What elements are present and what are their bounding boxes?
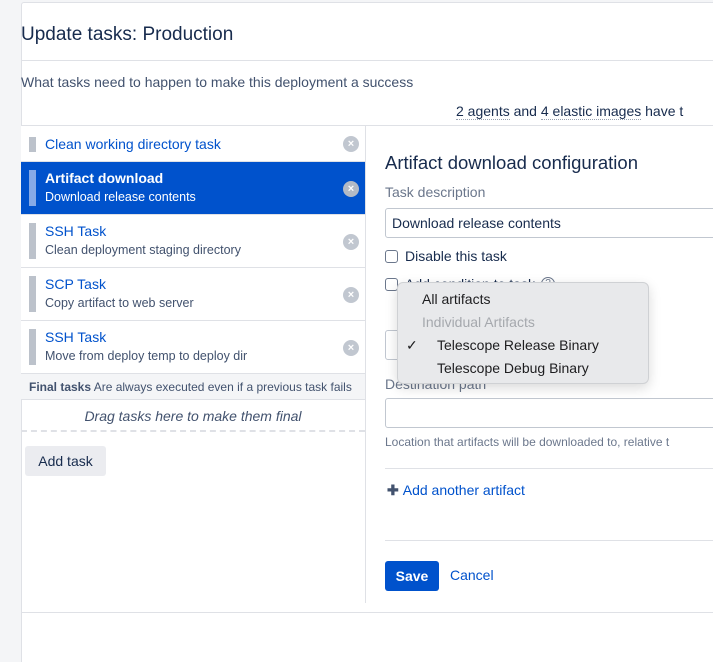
destination-path-input[interactable] — [385, 398, 713, 428]
task-name[interactable]: SSH Task — [45, 223, 106, 239]
check-icon: ✓ — [406, 337, 418, 353]
task-item-scp[interactable]: SCP Task Copy artifact to web server × — [21, 268, 365, 321]
drag-handle-icon[interactable] — [29, 223, 36, 259]
divider — [21, 60, 713, 61]
elastic-images-link[interactable]: 4 elastic images — [540, 103, 642, 120]
remove-task-icon[interactable]: × — [343, 340, 359, 356]
remove-task-icon[interactable]: × — [343, 287, 359, 303]
final-tasks-dropzone[interactable]: Drag tasks here to make them final — [21, 400, 365, 432]
disable-task-checkbox[interactable]: Disable this task — [385, 248, 507, 264]
add-artifact-label: Add another artifact — [402, 482, 525, 498]
task-name[interactable]: SSH Task — [45, 329, 106, 345]
dropdown-option-all-artifacts[interactable]: All artifacts — [422, 291, 490, 307]
add-task-button[interactable]: Add task — [25, 446, 106, 476]
task-item-artifact-download[interactable]: Artifact download Download release conte… — [21, 162, 365, 215]
final-tasks-title: Final tasks — [29, 380, 92, 394]
task-description: Move from deploy temp to deploy dir — [45, 349, 248, 363]
agents-info: 2 agents and 4 elastic images have t — [456, 103, 684, 120]
task-name[interactable]: Artifact download — [45, 170, 163, 186]
task-description-input[interactable] — [385, 208, 713, 238]
task-description: Copy artifact to web server — [45, 296, 194, 310]
agents-text-suffix: have t — [641, 103, 684, 119]
drag-handle-icon[interactable] — [29, 137, 36, 152]
save-button[interactable]: Save — [385, 561, 439, 591]
remove-task-icon[interactable]: × — [343, 234, 359, 250]
task-description: Download release contents — [45, 190, 196, 204]
page-title: Update tasks: Production — [21, 24, 234, 45]
agents-text: and — [509, 103, 541, 119]
dropdown-option-telescope-release-binary[interactable]: Telescope Release Binary — [437, 337, 599, 353]
task-name[interactable]: Clean working directory task — [45, 136, 221, 152]
final-tasks-note: Are always executed even if a previous t… — [93, 380, 352, 394]
task-description-label: Task description — [385, 184, 486, 200]
task-list: Clean working directory task × Artifact … — [21, 126, 365, 432]
destination-help-text: Location that artifacts will be download… — [385, 435, 670, 449]
page-subtitle: What tasks need to happen to make this d… — [21, 74, 414, 90]
add-another-artifact-link[interactable]: ✚ Add another artifact — [387, 482, 525, 499]
checkbox-label: Disable this task — [405, 248, 507, 264]
config-title: Artifact download configuration — [385, 152, 638, 173]
dropdown-option-telescope-debug-binary[interactable]: Telescope Debug Binary — [437, 360, 589, 376]
drag-handle-icon[interactable] — [29, 329, 36, 365]
remove-task-icon[interactable]: × — [343, 136, 359, 152]
task-item-ssh-move[interactable]: SSH Task Move from deploy temp to deploy… — [21, 321, 365, 374]
task-item-ssh-clean[interactable]: SSH Task Clean deployment staging direct… — [21, 215, 365, 268]
task-item-clean-working-directory[interactable]: Clean working directory task × — [21, 126, 365, 162]
final-tasks-header: Final tasks Are always executed even if … — [21, 374, 365, 400]
dropdown-group-individual-artifacts: Individual Artifacts — [422, 314, 535, 330]
vertical-divider — [365, 126, 366, 603]
divider — [385, 540, 713, 541]
task-description: Clean deployment staging directory — [45, 243, 241, 257]
agents-link[interactable]: 2 agents — [456, 103, 510, 120]
checkbox-box[interactable] — [385, 249, 398, 263]
cancel-link[interactable]: Cancel — [450, 567, 494, 583]
plus-icon: ✚ — [387, 482, 399, 498]
drag-handle-icon[interactable] — [29, 276, 36, 312]
remove-task-icon[interactable]: × — [343, 181, 359, 197]
drag-handle-icon[interactable] — [29, 170, 36, 206]
artifact-dropdown-menu: All artifacts Individual Artifacts ✓ Tel… — [397, 282, 649, 384]
task-name[interactable]: SCP Task — [45, 276, 106, 292]
divider — [385, 468, 713, 469]
divider — [21, 612, 713, 613]
